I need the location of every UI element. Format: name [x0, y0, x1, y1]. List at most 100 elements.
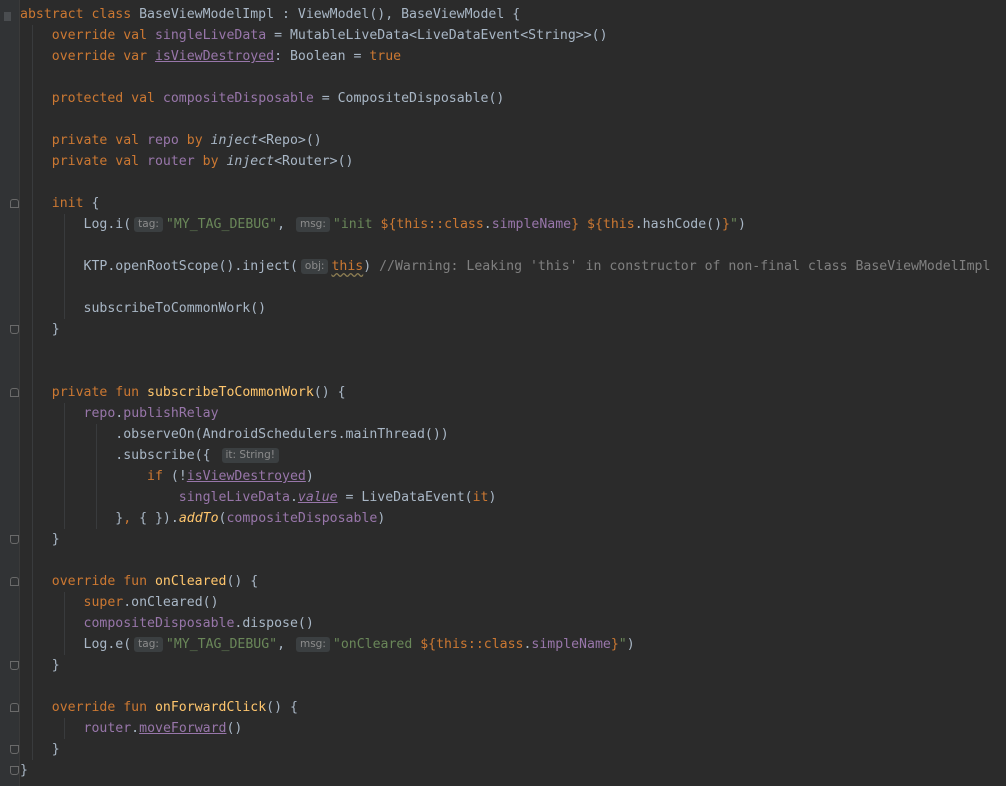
code-line[interactable]: protected val compositeDisposable = Comp…: [20, 88, 1006, 109]
code-token: .subscribe({: [20, 448, 219, 463]
parameter-hint: tag:: [134, 637, 163, 652]
code-token: class: [444, 217, 484, 232]
indent-guide: [32, 235, 33, 256]
code-line[interactable]: repo.publishRelay: [20, 403, 1006, 424]
code-line[interactable]: compositeDisposable.dispose(): [20, 613, 1006, 634]
code-line[interactable]: [20, 277, 1006, 298]
code-line[interactable]: private val repo by inject<Repo>(): [20, 130, 1006, 151]
code-token: repo: [147, 133, 179, 148]
code-line[interactable]: if (!isViewDestroyed): [20, 466, 1006, 487]
code-line[interactable]: Log.i(tag: "MY_TAG_DEBUG", msg: "init ${th…: [20, 214, 1006, 235]
code-token: this: [396, 217, 429, 232]
code-line[interactable]: }: [20, 529, 1006, 550]
code-editor[interactable]: abstract class BaseViewModelImpl : ViewM…: [0, 0, 1006, 786]
indent-guide: [64, 466, 65, 487]
code-token: by: [194, 154, 227, 169]
indent-guide: [32, 445, 33, 466]
code-line[interactable]: }: [20, 760, 1006, 781]
code-token: }: [610, 637, 619, 652]
code-token: ): [363, 259, 380, 274]
code-token: () {: [313, 385, 346, 400]
fold-end-icon[interactable]: [10, 661, 19, 670]
class-fold-icon[interactable]: [4, 12, 11, 21]
code-token: .: [483, 217, 492, 232]
code-line[interactable]: }: [20, 655, 1006, 676]
indent-guide: [32, 592, 33, 613]
code-token: }: [20, 742, 60, 757]
code-line[interactable]: private fun subscribeToCommonWork() {: [20, 382, 1006, 403]
code-token: .hashCode(): [634, 217, 723, 232]
code-line[interactable]: [20, 676, 1006, 697]
indent-guide: [32, 256, 33, 277]
code-line[interactable]: [20, 109, 1006, 130]
fold-end-icon[interactable]: [10, 535, 19, 544]
code-token: ${: [380, 217, 397, 232]
code-area[interactable]: abstract class BaseViewModelImpl : ViewM…: [20, 4, 1006, 781]
code-line[interactable]: override val singleLiveData = MutableLiv…: [20, 25, 1006, 46]
indent-guide: [64, 235, 65, 256]
code-line[interactable]: .observeOn(AndroidSchedulers.mainThread(…: [20, 424, 1006, 445]
code-token: { }).: [139, 511, 179, 526]
code-token: publishRelay: [123, 406, 219, 421]
code-line[interactable]: abstract class BaseViewModelImpl : ViewM…: [20, 4, 1006, 25]
code-token: ): [305, 469, 314, 484]
fold-start-icon[interactable]: [10, 388, 19, 397]
code-line[interactable]: override var isViewDestroyed: Boolean = …: [20, 46, 1006, 67]
code-line[interactable]: init {: [20, 193, 1006, 214]
indent-guide: [32, 130, 33, 151]
code-line[interactable]: [20, 550, 1006, 571]
indent-guide: [32, 697, 33, 718]
indent-guide: [32, 550, 33, 571]
code-line[interactable]: Log.e(tag: "MY_TAG_DEBUG", msg: "onCleared…: [20, 634, 1006, 655]
code-line[interactable]: [20, 67, 1006, 88]
code-token: ::: [428, 217, 445, 232]
code-line[interactable]: [20, 340, 1006, 361]
fold-end-icon[interactable]: [10, 745, 19, 754]
code-line[interactable]: singleLiveData.value = LiveDataEvent(it): [20, 487, 1006, 508]
code-line[interactable]: }, { }).addTo(compositeDisposable): [20, 508, 1006, 529]
indent-guide: [32, 340, 33, 361]
indent-guide: [32, 319, 33, 340]
code-token: }: [20, 532, 60, 547]
code-token: true: [369, 49, 402, 64]
code-token: .dispose(): [234, 616, 314, 631]
code-token: ": [618, 637, 627, 652]
indent-guide: [32, 277, 33, 298]
code-line[interactable]: .subscribe({ it: String!: [20, 445, 1006, 466]
fold-start-icon[interactable]: [10, 577, 19, 586]
code-line[interactable]: override fun onForwardClick() {: [20, 697, 1006, 718]
code-token: router: [147, 154, 195, 169]
indent-guide: [32, 634, 33, 655]
code-line[interactable]: router.moveForward(): [20, 718, 1006, 739]
fold-end-icon[interactable]: [10, 325, 19, 334]
code-line[interactable]: private val router by inject<Router>(): [20, 151, 1006, 172]
code-line[interactable]: subscribeToCommonWork(): [20, 298, 1006, 319]
indent-guide: [32, 529, 33, 550]
code-token: inject: [226, 154, 275, 169]
code-token: "MY_TAG_DEBUG": [165, 217, 278, 232]
code-line[interactable]: }: [20, 319, 1006, 340]
fold-end-icon[interactable]: [10, 766, 19, 775]
indent-guide: [32, 403, 33, 424]
fold-start-icon[interactable]: [10, 199, 19, 208]
code-line[interactable]: [20, 361, 1006, 382]
code-line[interactable]: override fun onCleared() {: [20, 571, 1006, 592]
code-line[interactable]: }: [20, 739, 1006, 760]
code-line[interactable]: KTP.openRootScope().inject(obj: this) //W…: [20, 256, 1006, 277]
fold-start-icon[interactable]: [10, 703, 19, 712]
code-token: compositeDisposable: [226, 511, 378, 526]
code-line[interactable]: [20, 172, 1006, 193]
code-token: }: [20, 658, 60, 673]
indent-guide: [64, 508, 65, 529]
code-token: singleLiveData: [178, 490, 290, 505]
code-line[interactable]: [20, 235, 1006, 256]
code-line[interactable]: super.onCleared(): [20, 592, 1006, 613]
indent-guide: [64, 487, 65, 508]
code-token: inject: [210, 133, 259, 148]
